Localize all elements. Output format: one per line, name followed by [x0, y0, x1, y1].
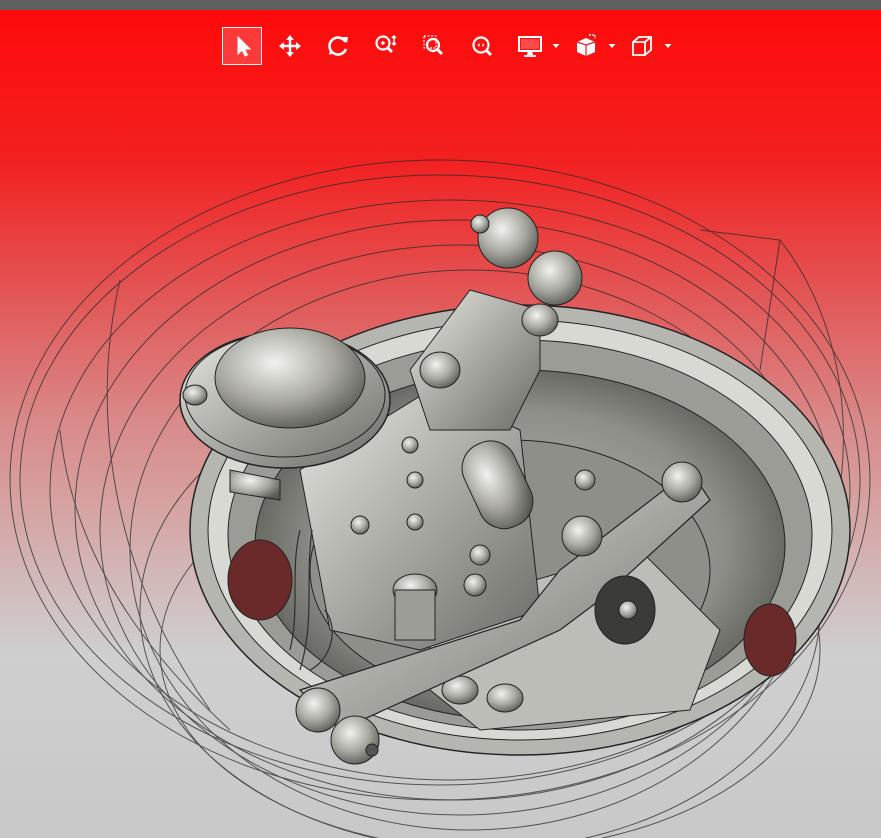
chevron-down-icon [664, 44, 672, 48]
upper-ball-joint [470, 207, 583, 306]
3d-viewport[interactable] [0, 10, 881, 838]
zoom-window-icon [423, 35, 444, 56]
zoom-icon [375, 34, 397, 54]
zoom-fit-icon [472, 36, 493, 57]
cad-model-scene[interactable] [0, 10, 881, 838]
zoom-tool-button[interactable] [366, 27, 406, 65]
display-mode-icon [518, 36, 542, 57]
section-view-button[interactable] [566, 27, 606, 65]
view-cube-icon [632, 36, 652, 56]
rotate-tool-button[interactable] [318, 27, 358, 65]
window-top-bar [0, 0, 881, 10]
zoom-fit-tool-button[interactable] [462, 27, 502, 65]
display-mode-dropdown[interactable] [552, 42, 560, 50]
section-view-dropdown[interactable] [608, 42, 616, 50]
pan-tool-button[interactable] [270, 27, 310, 65]
chevron-down-icon [552, 44, 560, 48]
display-mode-button[interactable] [510, 27, 550, 65]
zoom-window-tool-button[interactable] [414, 27, 454, 65]
chevron-down-icon [608, 44, 616, 48]
section-view-icon [576, 34, 596, 56]
view-orientation-button[interactable] [622, 27, 662, 65]
select-tool-button[interactable] [222, 27, 262, 65]
view-toolbar [222, 27, 678, 65]
pan-icon [279, 35, 301, 57]
rotate-icon [328, 36, 348, 56]
select-arrow-icon [237, 35, 252, 57]
view-orientation-dropdown[interactable] [664, 42, 672, 50]
